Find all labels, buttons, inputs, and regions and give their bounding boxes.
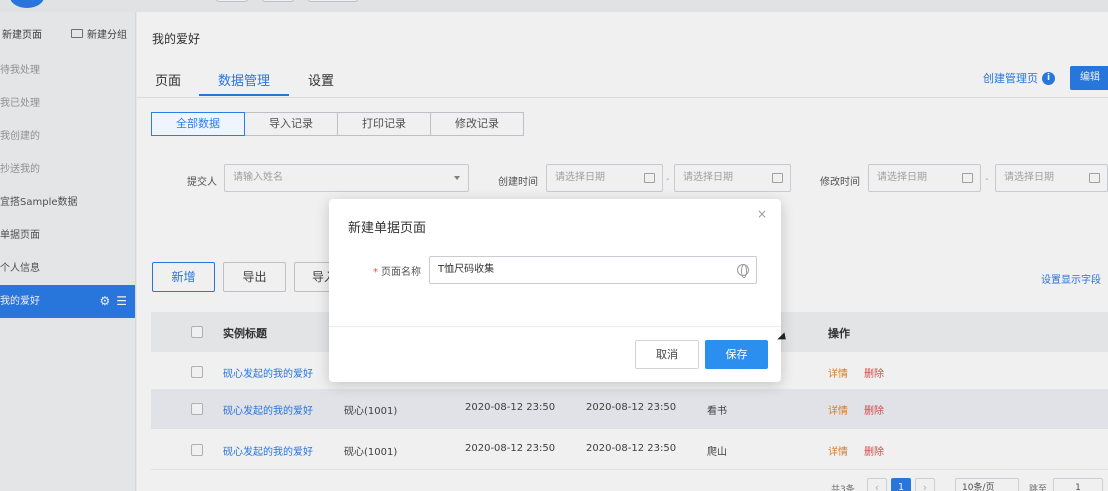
seg-all-data[interactable]: 全部数据	[151, 112, 245, 136]
cancel-button[interactable]: 取消	[635, 340, 699, 369]
new-form-page-dialog: 新建单据页面 × * 页面名称 T恤尺码收集 取消 保存	[329, 199, 781, 382]
required-mark: *	[373, 267, 378, 278]
dialog-divider	[329, 326, 781, 327]
page-name-label: * 页面名称	[373, 267, 421, 278]
globe-icon[interactable]	[737, 264, 749, 278]
save-button[interactable]: 保存	[705, 340, 768, 369]
close-icon[interactable]: ×	[757, 207, 767, 221]
page-name-input[interactable]: T恤尺码收集	[429, 256, 757, 284]
dialog-title: 新建单据页面	[348, 221, 427, 236]
